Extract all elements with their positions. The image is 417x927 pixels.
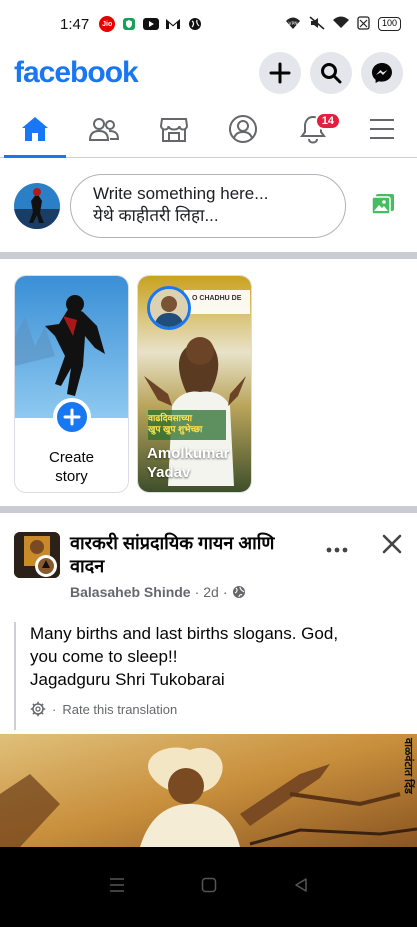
header-actions (259, 52, 403, 94)
user-story-name: Amolkumar Yadav (147, 444, 230, 482)
no-sim-icon (357, 15, 370, 33)
tab-marketplace[interactable] (139, 100, 209, 157)
create-story-plus[interactable] (53, 398, 91, 436)
meta-separator: · (222, 584, 228, 600)
post-text-line1: Many births and last births slogans. God… (30, 624, 339, 643)
main-nav: 14 (0, 100, 417, 158)
create-button[interactable] (259, 52, 301, 94)
globe-icon (187, 17, 203, 31)
globe-icon (232, 586, 245, 598)
hide-post-button[interactable] (382, 530, 402, 561)
composer-placeholder-en: Write something here... (93, 184, 269, 203)
user-story-name-line1: Amolkumar (147, 445, 230, 462)
status-left-icons: Jio (99, 16, 203, 32)
post-text-line3: Jagadguru Shri Tukobarai (30, 670, 225, 689)
battery-icon: 100 (377, 17, 401, 31)
page-name[interactable]: वारकरी सांप्रदायिक गायन आणि वादन (70, 532, 310, 578)
user-story-banner: O CHADHU DE (192, 295, 242, 302)
close-icon (382, 534, 402, 554)
youtube-icon (143, 17, 160, 31)
mute-icon (309, 15, 325, 33)
post-author[interactable]: Balasaheb Shinde (70, 584, 191, 600)
status-right-icons: VPN 100 (285, 15, 401, 33)
tab-menu[interactable] (348, 100, 417, 157)
create-label-line1: Create (48, 449, 95, 466)
messenger-button[interactable] (361, 52, 403, 94)
rate-translation-row[interactable]: · Rate this translation (30, 701, 404, 717)
marketplace-icon (159, 117, 188, 142)
tab-profile[interactable] (209, 100, 279, 157)
status-bar: 1:47 Jio VPN 100 (0, 0, 417, 48)
android-nav-bar (0, 847, 417, 927)
back-button[interactable] (293, 877, 309, 898)
vpn-icon: VPN (285, 16, 301, 33)
rate-translation-label[interactable]: Rate this translation (62, 702, 177, 717)
tab-notifications[interactable]: 14 (278, 100, 348, 157)
shield-icon (121, 17, 137, 31)
more-options-button[interactable] (326, 536, 348, 559)
tab-home[interactable] (0, 100, 70, 158)
home-icon (21, 116, 48, 141)
recent-apps-icon (109, 877, 124, 892)
post-image-caption: वाळवंटात दिंड (402, 738, 414, 794)
gear-icon (30, 701, 46, 717)
facebook-logo[interactable]: facebook (14, 56, 139, 90)
create-story-image (15, 276, 128, 418)
tab-friends[interactable] (70, 100, 140, 157)
recent-apps-button[interactable] (108, 877, 126, 898)
create-story-card[interactable]: Create story (14, 275, 129, 493)
post-image[interactable]: वाळवंटात दिंड (0, 734, 417, 847)
stories-tray: Create story O CHADHU DE वाढदिवसाच्या खु… (0, 260, 417, 506)
app-header: facebook (0, 48, 417, 98)
status-time: 1:47 (60, 15, 90, 33)
section-divider (0, 506, 417, 513)
composer-input[interactable]: Write something here... येथे काहीतरी लिह… (70, 174, 346, 238)
home-nav-button[interactable] (201, 877, 217, 898)
user-story-card[interactable]: O CHADHU DE वाढदिवसाच्या खुप खुप शुभेच्छ… (137, 275, 252, 493)
plus-icon (269, 62, 291, 84)
plus-icon (63, 408, 81, 426)
composer-placeholder-mr: येथे काहीतरी लिहा... (93, 206, 219, 225)
profile-icon (229, 114, 258, 143)
user-avatar[interactable] (14, 183, 60, 229)
jio-icon: Jio (99, 16, 116, 32)
photo-icon (371, 193, 394, 215)
section-divider (0, 252, 417, 259)
page-avatar[interactable] (14, 532, 60, 578)
post-time[interactable]: 2d (203, 584, 219, 600)
user-story-caption-2: खुप खुप शुभेच्छा (148, 424, 203, 434)
search-icon (321, 63, 342, 84)
messenger-icon (372, 63, 392, 83)
post-text-line2: you come to sleep!! (30, 647, 178, 666)
friends-icon (89, 117, 120, 141)
home-square-icon (202, 877, 217, 892)
photo-button[interactable] (371, 193, 395, 220)
create-label-line2: story (55, 468, 88, 485)
menu-icon (370, 118, 395, 139)
meta-separator: · (194, 584, 200, 600)
user-story-caption: वाढदिवसाच्या खुप खुप शुभेच्छा (148, 413, 228, 435)
user-story-caption-1: वाढदिवसाच्या (148, 413, 193, 423)
svg-text:VPN: VPN (288, 21, 297, 27)
create-story-label: Create story (15, 448, 128, 486)
post-header: वारकरी सांप्रदायिक गायन आणि वादन Balasah… (0, 520, 417, 610)
gmail-icon (165, 17, 181, 31)
post-body: Many births and last births slogans. God… (14, 622, 404, 730)
post-composer: Write something here... येथे काहीतरी लिह… (0, 160, 417, 252)
user-story-name-line2: Yadav (147, 464, 191, 481)
search-button[interactable] (310, 52, 352, 94)
wifi-icon (332, 16, 349, 32)
more-icon (326, 547, 348, 553)
translate-separator: · (52, 701, 57, 717)
back-triangle-icon (295, 877, 307, 892)
post-meta: Balasaheb Shinde · 2d · (70, 584, 246, 600)
notification-badge: 14 (314, 112, 341, 130)
user-story-avatar (147, 286, 191, 330)
